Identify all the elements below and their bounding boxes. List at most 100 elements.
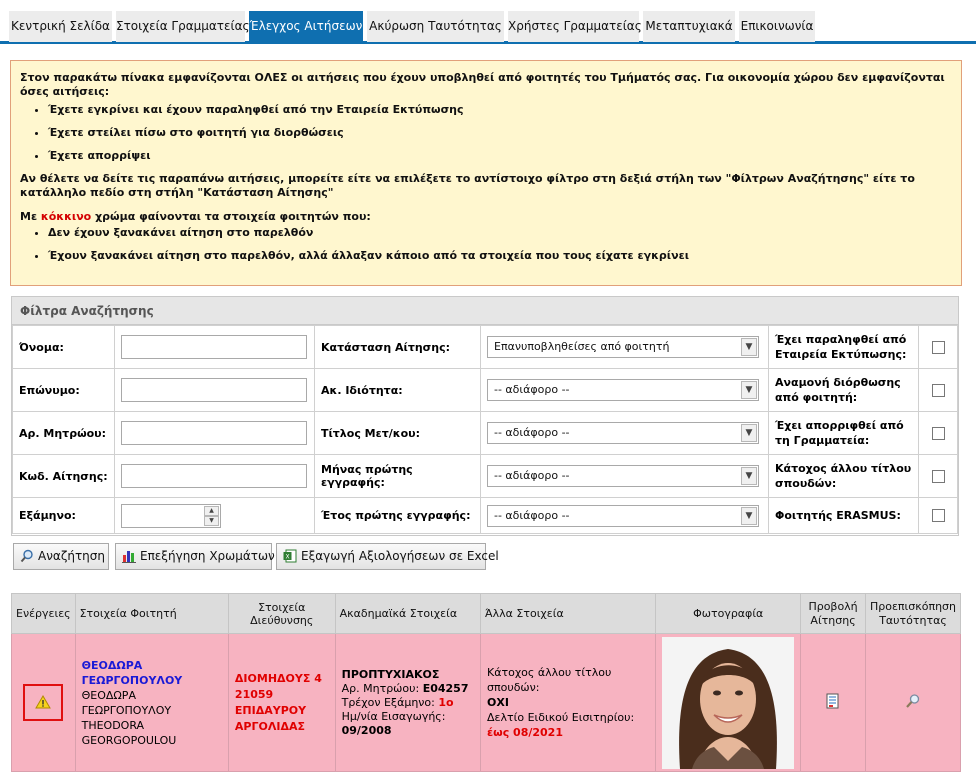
name-label: Όνομα: <box>12 325 115 369</box>
notice-filter-text: Αν θέλετε να δείτε τις παραπάνω αιτήσεις… <box>20 172 915 199</box>
other-title-label: Κάτοχος άλλου τίτλου σπουδών: <box>487 666 612 694</box>
surname-input[interactable] <box>121 378 307 402</box>
export-excel-button[interactable]: X Εξαγωγή Αξιολογήσεων σε Excel <box>276 543 499 570</box>
entry-value: 09/2008 <box>341 723 392 737</box>
col-academic: Ακαδημαϊκά Στοιχεία <box>334 593 482 634</box>
waiting-label: Αναμονή διόρθωσης από φοιτητή: <box>768 368 919 412</box>
registry-label: Αρ. Μητρώου: <box>12 411 115 455</box>
table-row: ΘΕΟΔΩΡΑ ΓΕΩΡΓΟΠΟΥΛΟΥ ΘΕΟΔΩΡΑ ΓΕΩΡΓΟΠΟΥΛΟ… <box>11 633 961 772</box>
rejected-checkbox[interactable] <box>931 426 945 440</box>
col-actions: Ενέργειες <box>11 593 76 634</box>
magnifier-icon[interactable] <box>905 693 921 709</box>
id-preview-cell <box>865 633 961 772</box>
document-icon[interactable] <box>826 693 840 709</box>
received-checkbox[interactable] <box>931 340 945 354</box>
tab-secretariat-users[interactable]: Χρήστες Γραμματείας <box>508 11 642 42</box>
warning-button[interactable] <box>23 684 64 721</box>
tab-secretariat-info[interactable]: Στοιχεία Γραμματείας <box>116 11 250 42</box>
erasmus-label: Φοιτητής ERASMUS: <box>768 497 919 534</box>
other-cell: Κάτοχος άλλου τίτλου σπουδών: ΟΧΙ Δελτίο… <box>480 633 657 772</box>
semester-line: Τρέχον Εξάμηνο: 1ο <box>341 695 454 709</box>
registry-line: Αρ. Μητρώου: Ε04257 <box>341 681 469 695</box>
chevron-down-icon: ▼ <box>741 381 757 399</box>
notice-red-list: Δεν έχουν ξανακάνει αίτηση στο παρελθόν … <box>20 226 952 263</box>
color-legend-button[interactable]: Επεξήγηση Χρωμάτων <box>115 543 275 570</box>
entry-label: Ημ/νία Εισαγωγής: <box>341 709 446 723</box>
other-title-label: Κάτοχος άλλου τίτλου σπουδών: <box>768 454 919 498</box>
notice-red-item: Δεν έχουν ξανακάνει αίτηση στο παρελθόν <box>48 226 952 240</box>
view-application-cell <box>800 633 866 772</box>
semester-stepper[interactable]: ▲ ▼ <box>121 503 221 528</box>
applications-table: Ενέργειες Στοιχεία Φοιτητή Στοιχεία Διεύ… <box>11 593 961 772</box>
student-name-full: ΘΕΟΔΩΡΑ ΓΕΩΡΓΟΠΟΥΛΟΥ <box>81 688 172 717</box>
year-select[interactable]: -- αδιάφορο -- ▼ <box>487 504 759 527</box>
received-label: Έχει παραληφθεί από Εταιρεία Εκτύπωσης: <box>768 325 919 369</box>
filters-title: Φίλτρα Αναζήτησης <box>12 297 958 325</box>
semester-label: Εξάμηνο: <box>12 497 115 534</box>
col-student: Στοιχεία Φοιτητή <box>74 593 229 634</box>
chevron-down-icon: ▼ <box>741 506 757 525</box>
tab-id-cancellation[interactable]: Ακύρωση Ταυτότητας <box>367 11 504 42</box>
status-label: Κατάσταση Αίτησης: <box>314 325 481 369</box>
red-word: κόκκινο <box>40 210 92 223</box>
year-label: Έτος πρώτης εγγραφής: <box>314 497 481 534</box>
other-title-checkbox[interactable] <box>931 469 945 483</box>
erasmus-checkbox[interactable] <box>931 509 945 522</box>
search-filters-panel: Φίλτρα Αναζήτησης Όνομα: Κατάσταση Αίτησ… <box>11 296 959 536</box>
registry-input[interactable] <box>121 421 307 445</box>
actions-cell <box>11 633 76 772</box>
magnifier-icon <box>20 549 33 563</box>
notice-intro: Στον παρακάτω πίνακα εμφανίζονται ΟΛΕΣ ο… <box>20 71 945 98</box>
address-line: ΔΙΟΜΗΔΟΥΣ 4 <box>234 671 322 685</box>
academic-label: Ακ. Ιδιότητα: <box>314 368 481 412</box>
status-select[interactable]: Επανυποβληθείσες από φοιτητή ▼ <box>487 336 759 358</box>
filters-table: Όνομα: Κατάσταση Αίτησης: Επανυποβληθείσ… <box>12 325 958 534</box>
tab-postgraduate[interactable]: Μεταπτυχιακά <box>643 11 735 42</box>
month-label: Μήνας πρώτης εγγραφής: <box>314 454 481 498</box>
code-label: Κωδ. Αίτησης: <box>12 454 115 498</box>
name-input[interactable] <box>121 335 307 359</box>
academic-cell: ΠΡΟΠΤΥΧΙΑΚΟΣ Αρ. Μητρώου: Ε04257 Τρέχον … <box>334 633 482 772</box>
notice-red-text: Με κόκκινο χρώμα φαίνονται τα στοιχεία φ… <box>20 210 371 223</box>
address-cell: ΔΙΟΜΗΔΟΥΣ 4 21059 ΕΠΙΔΑΥΡΟΥ ΑΡΓΟΛΙΔΑΣ <box>227 633 336 772</box>
chevron-down-icon: ▼ <box>741 424 757 442</box>
academic-select[interactable]: -- αδιάφορο -- ▼ <box>487 379 759 401</box>
notice-hidden-item: Έχετε στείλει πίσω στο φοιτητή για διορθ… <box>48 126 952 140</box>
ticket-label: Δελτίο Ειδικού Εισιτηρίου: <box>487 711 635 724</box>
spin-up-icon[interactable]: ▲ <box>204 505 219 516</box>
col-id-preview: Προεπισκόπηση Ταυτότητας <box>865 593 961 634</box>
address-line: 21059 <box>234 687 274 701</box>
month-select[interactable]: -- αδιάφορο -- ▼ <box>487 465 759 487</box>
tab-application-review[interactable]: Έλεγχος Αιτήσεων <box>249 11 363 42</box>
col-address: Στοιχεία Διεύθυνσης <box>227 593 336 634</box>
chevron-down-icon: ▼ <box>741 467 757 485</box>
other-title-value: ΟΧΙ <box>487 696 509 709</box>
postgrad-label: Τίτλος Μετ/κου: <box>314 411 481 455</box>
code-input[interactable] <box>121 464 307 488</box>
tab-home[interactable]: Κεντρική Σελίδα <box>9 11 112 42</box>
student-name-first: ΘΕΟΔΩΡΑ <box>81 658 143 672</box>
spin-down-icon[interactable]: ▼ <box>204 515 219 526</box>
ticket-value: έως 08/2021 <box>487 726 563 739</box>
postgrad-select[interactable]: -- αδιάφορο -- ▼ <box>487 422 759 444</box>
notice-hidden-list: Έχετε εγκρίνει και έχουν παραληφθεί από … <box>20 103 952 163</box>
tab-contact[interactable]: Επικοινωνία <box>739 11 815 42</box>
waiting-checkbox[interactable] <box>931 383 945 397</box>
student-cell: ΘΕΟΔΩΡΑ ΓΕΩΡΓΟΠΟΥΛΟΥ ΘΕΟΔΩΡΑ ΓΕΩΡΓΟΠΟΥΛΟ… <box>74 633 229 772</box>
search-button[interactable]: Αναζήτηση <box>13 543 109 570</box>
main-tabs: Κεντρική Σελίδα Στοιχεία Γραμματείας Έλε… <box>0 0 976 44</box>
student-name-latin-last: GEORGOPOULOU <box>81 733 177 747</box>
address-line: ΕΠΙΔΑΥΡΟΥ <box>234 703 307 717</box>
notice-hidden-item: Έχετε απορρίψει <box>48 149 952 163</box>
col-photo: Φωτογραφία <box>655 593 802 634</box>
chevron-down-icon: ▼ <box>741 338 757 356</box>
student-name-last: ΓΕΩΡΓΟΠΟΥΛΟΥ <box>81 673 183 687</box>
student-photo <box>662 636 795 769</box>
rejected-label: Έχει απορριφθεί από τη Γραμματεία: <box>768 411 919 455</box>
excel-icon: X <box>283 549 297 563</box>
col-other: Άλλα Στοιχεία <box>480 593 657 634</box>
info-notice: Στον παρακάτω πίνακα εμφανίζονται ΟΛΕΣ ο… <box>10 60 962 286</box>
notice-red-item: Έχουν ξανακάνει αίτηση στο παρελθόν, αλλ… <box>48 249 952 263</box>
svg-text:X: X <box>285 554 289 561</box>
student-name-latin-first: THEODORA <box>81 718 145 732</box>
